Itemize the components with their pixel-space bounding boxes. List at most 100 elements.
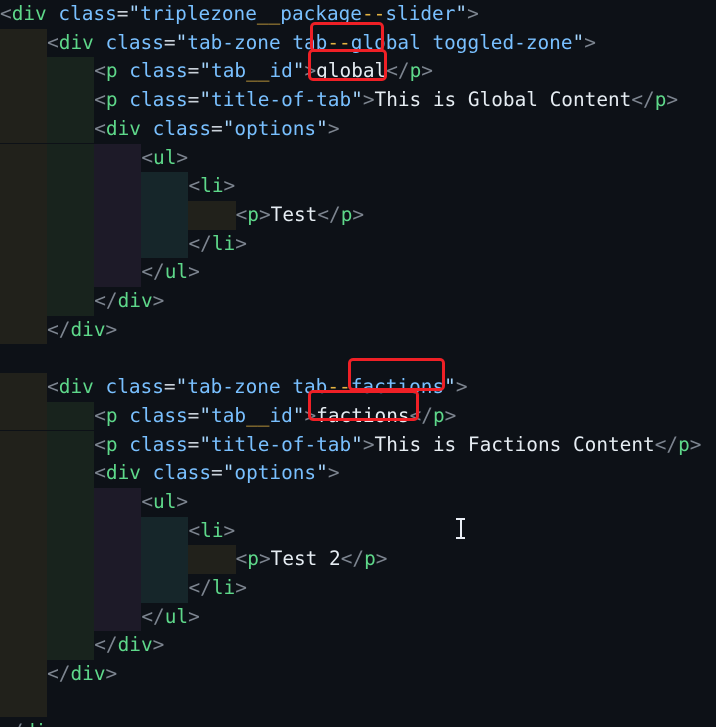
code-token: = <box>187 59 200 83</box>
code-line[interactable]: <p>Test</p> <box>236 201 365 230</box>
code-token: global <box>316 59 387 83</box>
code-token: </ <box>188 231 212 255</box>
code-token: </ <box>94 289 118 312</box>
code-line[interactable]: <div class="tab-zone tab--global toggled… <box>47 29 596 58</box>
code-token: div <box>117 633 153 657</box>
code-line[interactable]: <p class="title-of-tab">This is Global C… <box>94 86 678 115</box>
code-token: </ <box>94 633 118 657</box>
code-token: > <box>152 289 165 312</box>
code-token: tab <box>211 403 247 427</box>
code-token: div <box>105 116 141 140</box>
code-token: class <box>129 59 188 83</box>
code-token: " <box>222 116 235 140</box>
code-token: < <box>94 59 106 83</box>
code-token: > <box>327 461 340 485</box>
code-token: > <box>362 88 375 112</box>
code-token: div <box>23 720 58 727</box>
code-line[interactable]: </ul> <box>141 603 199 632</box>
code-line[interactable]: </li> <box>188 230 246 259</box>
code-line[interactable]: </div> <box>47 316 117 345</box>
code-token: tab <box>211 59 247 83</box>
code-token: </ <box>317 202 341 226</box>
code-line[interactable]: <p class="title-of-tab">This is Factions… <box>94 431 701 460</box>
code-line[interactable]: <div class="tab-zone tab--factions"> <box>47 373 467 402</box>
code-token: > <box>304 59 317 83</box>
code-token: p <box>678 432 690 456</box>
code-token: Test <box>270 202 318 226</box>
code-token: p <box>409 59 422 83</box>
code-line[interactable]: </div> <box>0 718 70 727</box>
code-token: " <box>222 461 235 485</box>
code-token: -- <box>327 375 351 399</box>
code-token: = <box>187 432 200 456</box>
code-token: " <box>351 88 363 112</box>
code-line[interactable]: <ul> <box>141 144 188 173</box>
code-token: > <box>304 403 317 427</box>
code-line[interactable]: <p class="tab__id">factions</p> <box>94 402 456 431</box>
code-line[interactable]: </li> <box>188 574 246 603</box>
code-token: p <box>247 202 259 226</box>
code-token: > <box>327 116 340 140</box>
code-token: slider <box>385 2 456 25</box>
code-line[interactable]: </div> <box>94 287 164 316</box>
code-token: " <box>292 403 305 427</box>
code-token: </ <box>631 88 655 112</box>
code-token: > <box>455 375 468 399</box>
code-line[interactable]: <li> <box>188 172 235 201</box>
code-editor-screen: <div class="triplezone__package--slider"… <box>0 0 716 727</box>
code-token: __ <box>246 59 270 83</box>
code-token: </ <box>47 662 71 686</box>
code-token: class <box>129 403 188 427</box>
code-token: < <box>141 145 154 169</box>
code-token: div <box>11 2 47 25</box>
code-line[interactable]: <div class="options"> <box>94 459 339 488</box>
code-token: > <box>235 231 247 255</box>
code-token: title-of-tab <box>211 88 352 112</box>
code-content-area[interactable]: <div class="triplezone__package--slider"… <box>0 0 716 727</box>
code-token: class <box>129 88 188 112</box>
code-line[interactable]: </ul> <box>141 258 199 287</box>
code-token: p <box>105 403 118 427</box>
code-token: __ <box>256 2 281 25</box>
code-line[interactable]: <div class="triplezone__package--slider"… <box>0 0 479 29</box>
code-line[interactable]: </div> <box>47 660 117 689</box>
code-line[interactable]: <p>Test 2</p> <box>236 545 388 574</box>
code-token: > <box>375 547 388 571</box>
code-token: < <box>94 461 106 485</box>
code-line[interactable]: <div class="options"> <box>94 115 339 144</box>
code-token: < <box>47 30 59 54</box>
code-token: > <box>152 633 165 657</box>
code-token: options <box>234 461 317 485</box>
code-token: = <box>163 30 176 54</box>
code-token: = <box>163 375 176 399</box>
code-token: < <box>141 489 154 513</box>
code-token: < <box>188 174 201 198</box>
code-line[interactable]: <ul> <box>141 488 188 517</box>
code-token: class <box>129 432 188 456</box>
code-token: div <box>70 317 106 341</box>
code-token: > <box>176 145 189 169</box>
code-token: > <box>689 432 702 456</box>
code-token: > <box>188 260 200 284</box>
code-token: > <box>188 604 200 628</box>
code-token: = <box>187 403 200 427</box>
code-token: " <box>199 432 212 456</box>
code-token: p <box>654 88 667 112</box>
code-token: tab-zone tab <box>187 30 328 54</box>
code-token: global toggled-zone <box>350 30 573 54</box>
code-token: -- <box>362 2 386 25</box>
code-token: < <box>235 547 248 571</box>
code-line[interactable]: <p class="tab__id">global</p> <box>94 57 433 86</box>
code-token: class <box>152 116 212 140</box>
code-token: " <box>444 375 456 399</box>
code-token: This is Global Content <box>374 88 632 112</box>
code-token: " <box>455 2 468 25</box>
code-line[interactable]: <li> <box>188 517 235 546</box>
code-token: = <box>211 461 223 485</box>
code-line[interactable]: </div> <box>94 631 164 660</box>
